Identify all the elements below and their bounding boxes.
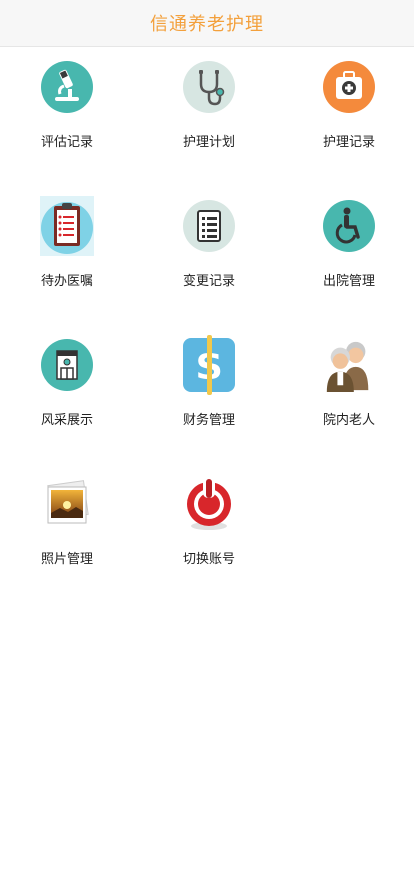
menu-item-label: 出院管理 bbox=[322, 274, 375, 289]
microscope-icon bbox=[40, 60, 94, 114]
menu-item-showcase[interactable]: 风采展示 bbox=[17, 338, 117, 448]
menu-item-residents[interactable]: 院内老人 bbox=[299, 338, 399, 448]
menu-item-care-record[interactable]: 护理记录 bbox=[299, 60, 399, 170]
menu-item-label: 变更记录 bbox=[182, 274, 235, 289]
menu-item-assessment[interactable]: 评估记录 bbox=[17, 60, 117, 170]
menu-item-pending-orders[interactable]: 待办医嘱 bbox=[17, 196, 117, 309]
menu-item-label: 财务管理 bbox=[182, 413, 235, 428]
stethoscope-icon bbox=[182, 60, 236, 114]
app-header: 信通养老护理 bbox=[0, 0, 414, 47]
menu-item-switch-account[interactable]: 切换账号 bbox=[159, 476, 259, 587]
menu-item-label: 院内老人 bbox=[322, 413, 375, 428]
menu-item-finance[interactable]: $ 财务管理 bbox=[159, 335, 259, 448]
menu-item-label: 评估记录 bbox=[40, 135, 93, 150]
elderly-couple-icon bbox=[322, 338, 376, 392]
clipboard-icon bbox=[40, 196, 94, 256]
menu-item-label: 切换账号 bbox=[182, 552, 235, 567]
building-icon bbox=[40, 338, 94, 392]
menu-item-photos[interactable]: 照片管理 bbox=[17, 477, 117, 587]
menu-item-label: 照片管理 bbox=[40, 552, 93, 567]
wheelchair-icon bbox=[322, 199, 376, 253]
menu-item-change-record[interactable]: 变更记录 bbox=[159, 199, 259, 309]
app-title: 信通养老护理 bbox=[150, 14, 264, 35]
list-document-icon bbox=[182, 199, 236, 253]
menu-item-label: 护理记录 bbox=[322, 135, 375, 150]
photo-stack-icon bbox=[40, 477, 94, 531]
menu-item-discharge[interactable]: 出院管理 bbox=[299, 199, 399, 309]
menu-item-label: 护理计划 bbox=[182, 135, 235, 150]
menu-item-care-plan[interactable]: 护理计划 bbox=[159, 60, 259, 170]
menu-item-label: 风采展示 bbox=[40, 413, 93, 428]
power-icon bbox=[182, 476, 236, 531]
menu-item-label: 待办医嘱 bbox=[40, 274, 93, 289]
dollar-icon: $ bbox=[182, 335, 236, 395]
medical-kit-icon bbox=[322, 60, 376, 114]
